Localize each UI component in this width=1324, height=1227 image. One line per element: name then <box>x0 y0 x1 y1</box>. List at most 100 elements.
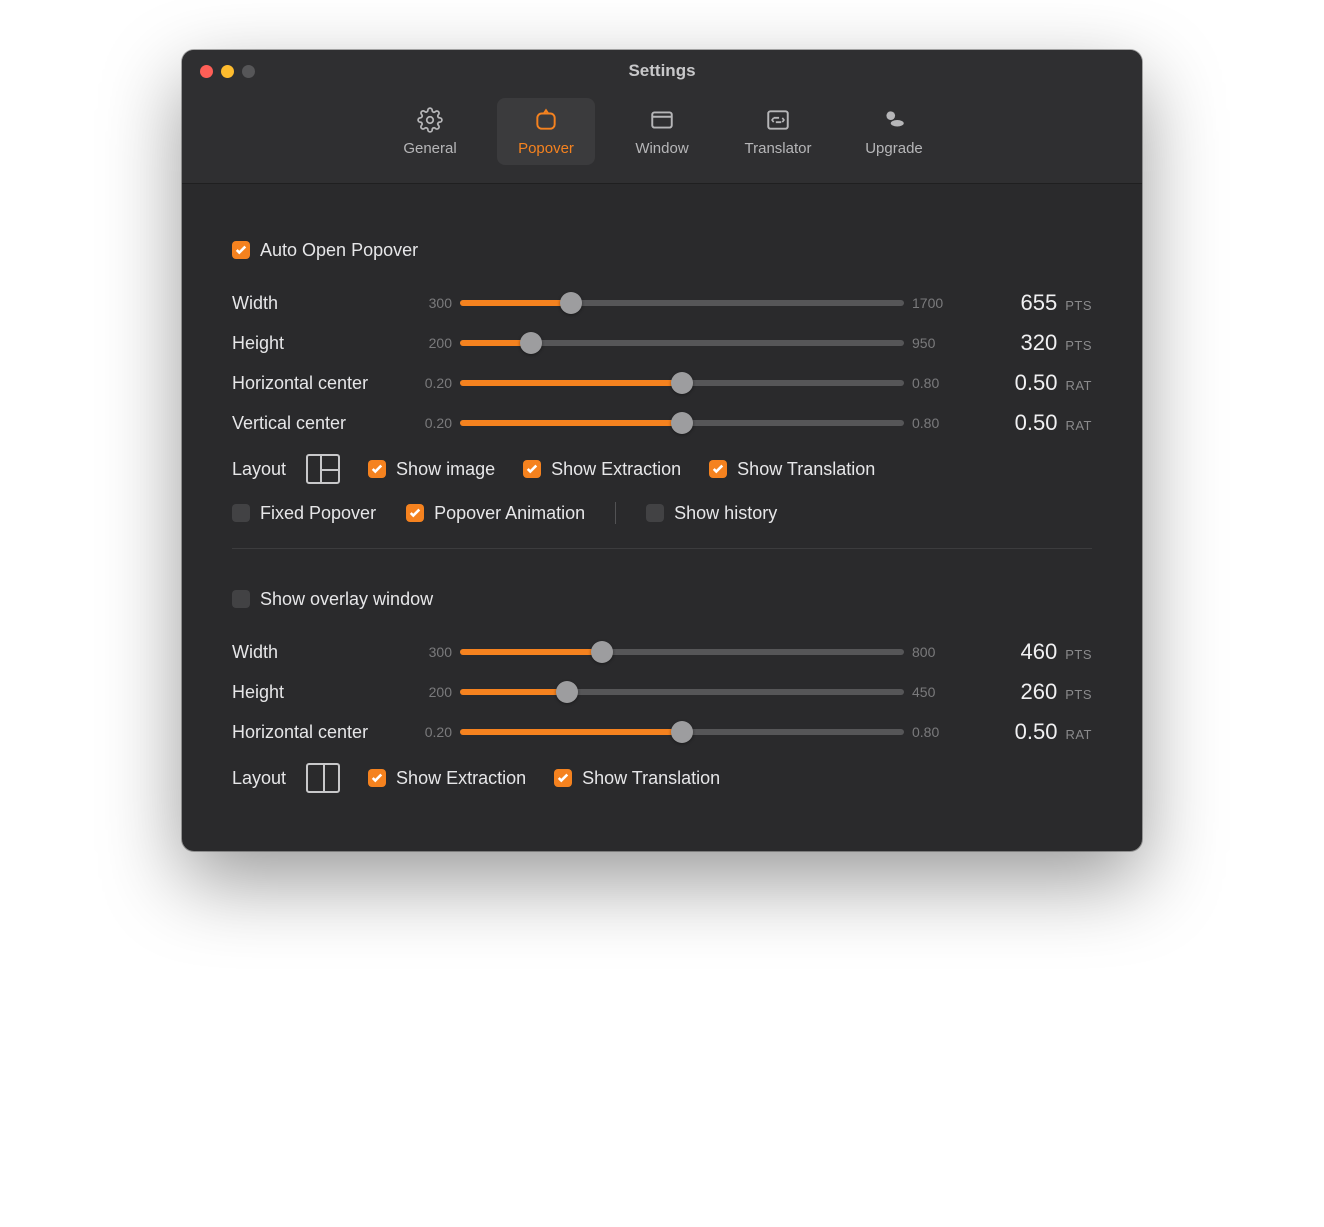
layout-preset-button[interactable] <box>306 763 340 793</box>
upgrade-icon <box>881 106 907 134</box>
window-icon <box>649 106 675 134</box>
checkbox-icon <box>232 590 250 608</box>
overlay-hcenter-slider[interactable]: Horizontal center 0.20 0.80 0.50 RAT <box>232 719 1092 745</box>
tab-window[interactable]: Window <box>613 98 711 165</box>
tab-label: Popover <box>518 140 574 157</box>
overlay-width-slider[interactable]: Width 300 800 460 PTS <box>232 639 1092 665</box>
slider-unit: RAT <box>1065 418 1092 433</box>
slider-label: Height <box>232 682 402 703</box>
slider-min: 0.20 <box>402 375 460 391</box>
minimize-button[interactable] <box>221 65 234 78</box>
slider-label: Width <box>232 293 402 314</box>
slider-min: 0.20 <box>402 724 460 740</box>
window-title: Settings <box>182 61 1142 81</box>
popover-height-slider[interactable]: Height 200 950 320PTS <box>232 330 1092 356</box>
close-button[interactable] <box>200 65 213 78</box>
settings-window: Settings General Popover Window Transla <box>182 50 1142 851</box>
layout-preset-button[interactable] <box>306 454 340 484</box>
checkbox-label: Auto Open Popover <box>260 240 418 261</box>
slider-max: 0.80 <box>904 375 962 391</box>
gear-icon <box>417 106 443 134</box>
popover-vcenter-slider[interactable]: Vertical center 0.20 0.80 0.50RAT <box>232 410 1092 436</box>
slider-unit: PTS <box>1065 647 1092 662</box>
slider-label: Width <box>232 642 402 663</box>
checkbox-icon <box>368 460 386 478</box>
tab-label: General <box>403 140 456 157</box>
checkbox-icon <box>646 504 664 522</box>
slider-max: 0.80 <box>904 724 962 740</box>
slider-label: Vertical center <box>232 413 402 434</box>
zoom-button[interactable] <box>242 65 255 78</box>
show-extraction-checkbox[interactable]: Show Extraction <box>523 459 681 480</box>
slider-label: Height <box>232 333 402 354</box>
slider-track[interactable] <box>460 380 904 386</box>
slider-value: 0.50 <box>1015 370 1058 396</box>
tab-popover[interactable]: Popover <box>497 98 595 165</box>
slider-min: 300 <box>402 644 460 660</box>
slider-min: 200 <box>402 335 460 351</box>
checkbox-label: Show Extraction <box>396 768 526 789</box>
slider-label: Horizontal center <box>232 373 402 394</box>
slider-max: 0.80 <box>904 415 962 431</box>
slider-track[interactable] <box>460 649 904 655</box>
slider-unit: RAT <box>1065 378 1092 393</box>
checkbox-label: Popover Animation <box>434 503 585 524</box>
checkbox-icon <box>523 460 541 478</box>
tab-label: Window <box>635 140 688 157</box>
checkbox-label: Show Translation <box>582 768 720 789</box>
settings-content: Auto Open Popover Width 300 1700 655PTS … <box>182 184 1142 851</box>
section-separator <box>232 548 1092 549</box>
slider-track[interactable] <box>460 300 904 306</box>
slider-value: 260 <box>1020 679 1057 705</box>
checkbox-icon <box>368 769 386 787</box>
tab-translator[interactable]: Translator <box>729 98 827 165</box>
slider-track[interactable] <box>460 340 904 346</box>
show-image-checkbox[interactable]: Show image <box>368 459 495 480</box>
checkbox-icon <box>232 504 250 522</box>
tab-general[interactable]: General <box>381 98 479 165</box>
slider-max: 950 <box>904 335 962 351</box>
overlay-show-translation-checkbox[interactable]: Show Translation <box>554 768 720 789</box>
fixed-popover-checkbox[interactable]: Fixed Popover <box>232 503 376 524</box>
checkbox-label: Fixed Popover <box>260 503 376 524</box>
slider-track[interactable] <box>460 420 904 426</box>
slider-value: 460 <box>1020 639 1057 665</box>
checkbox-icon <box>554 769 572 787</box>
overlay-show-extraction-checkbox[interactable]: Show Extraction <box>368 768 526 789</box>
checkbox-label: Show image <box>396 459 495 480</box>
slider-label: Horizontal center <box>232 722 402 743</box>
slider-unit: PTS <box>1065 338 1092 353</box>
slider-track[interactable] <box>460 729 904 735</box>
translator-icon <box>765 106 791 134</box>
slider-track[interactable] <box>460 689 904 695</box>
checkbox-icon <box>709 460 727 478</box>
slider-max: 800 <box>904 644 962 660</box>
slider-value: 655 <box>1020 290 1057 316</box>
checkbox-label: Show Translation <box>737 459 875 480</box>
show-history-checkbox[interactable]: Show history <box>646 503 777 524</box>
slider-min: 300 <box>402 295 460 311</box>
slider-unit: RAT <box>1065 727 1092 742</box>
slider-min: 200 <box>402 684 460 700</box>
layout-label: Layout <box>232 459 286 480</box>
popover-icon <box>533 106 559 134</box>
settings-toolbar: General Popover Window Translator Upgrad… <box>182 92 1142 184</box>
checkbox-label: Show history <box>674 503 777 524</box>
divider <box>615 502 616 524</box>
slider-unit: PTS <box>1065 298 1092 313</box>
show-overlay-window-checkbox[interactable]: Show overlay window <box>232 589 433 610</box>
auto-open-popover-checkbox[interactable]: Auto Open Popover <box>232 240 418 261</box>
tab-label: Translator <box>745 140 812 157</box>
tab-label: Upgrade <box>865 140 923 157</box>
slider-value: 0.50 <box>1015 719 1058 745</box>
checkbox-icon <box>406 504 424 522</box>
popover-animation-checkbox[interactable]: Popover Animation <box>406 503 585 524</box>
show-translation-checkbox[interactable]: Show Translation <box>709 459 875 480</box>
popover-width-slider[interactable]: Width 300 1700 655PTS <box>232 290 1092 316</box>
slider-unit: PTS <box>1065 687 1092 702</box>
overlay-height-slider[interactable]: Height 200 450 260PTS <box>232 679 1092 705</box>
tab-upgrade[interactable]: Upgrade <box>845 98 943 165</box>
popover-hcenter-slider[interactable]: Horizontal center 0.20 0.80 0.50 RAT <box>232 370 1092 396</box>
titlebar: Settings <box>182 50 1142 92</box>
checkbox-label: Show overlay window <box>260 589 433 610</box>
